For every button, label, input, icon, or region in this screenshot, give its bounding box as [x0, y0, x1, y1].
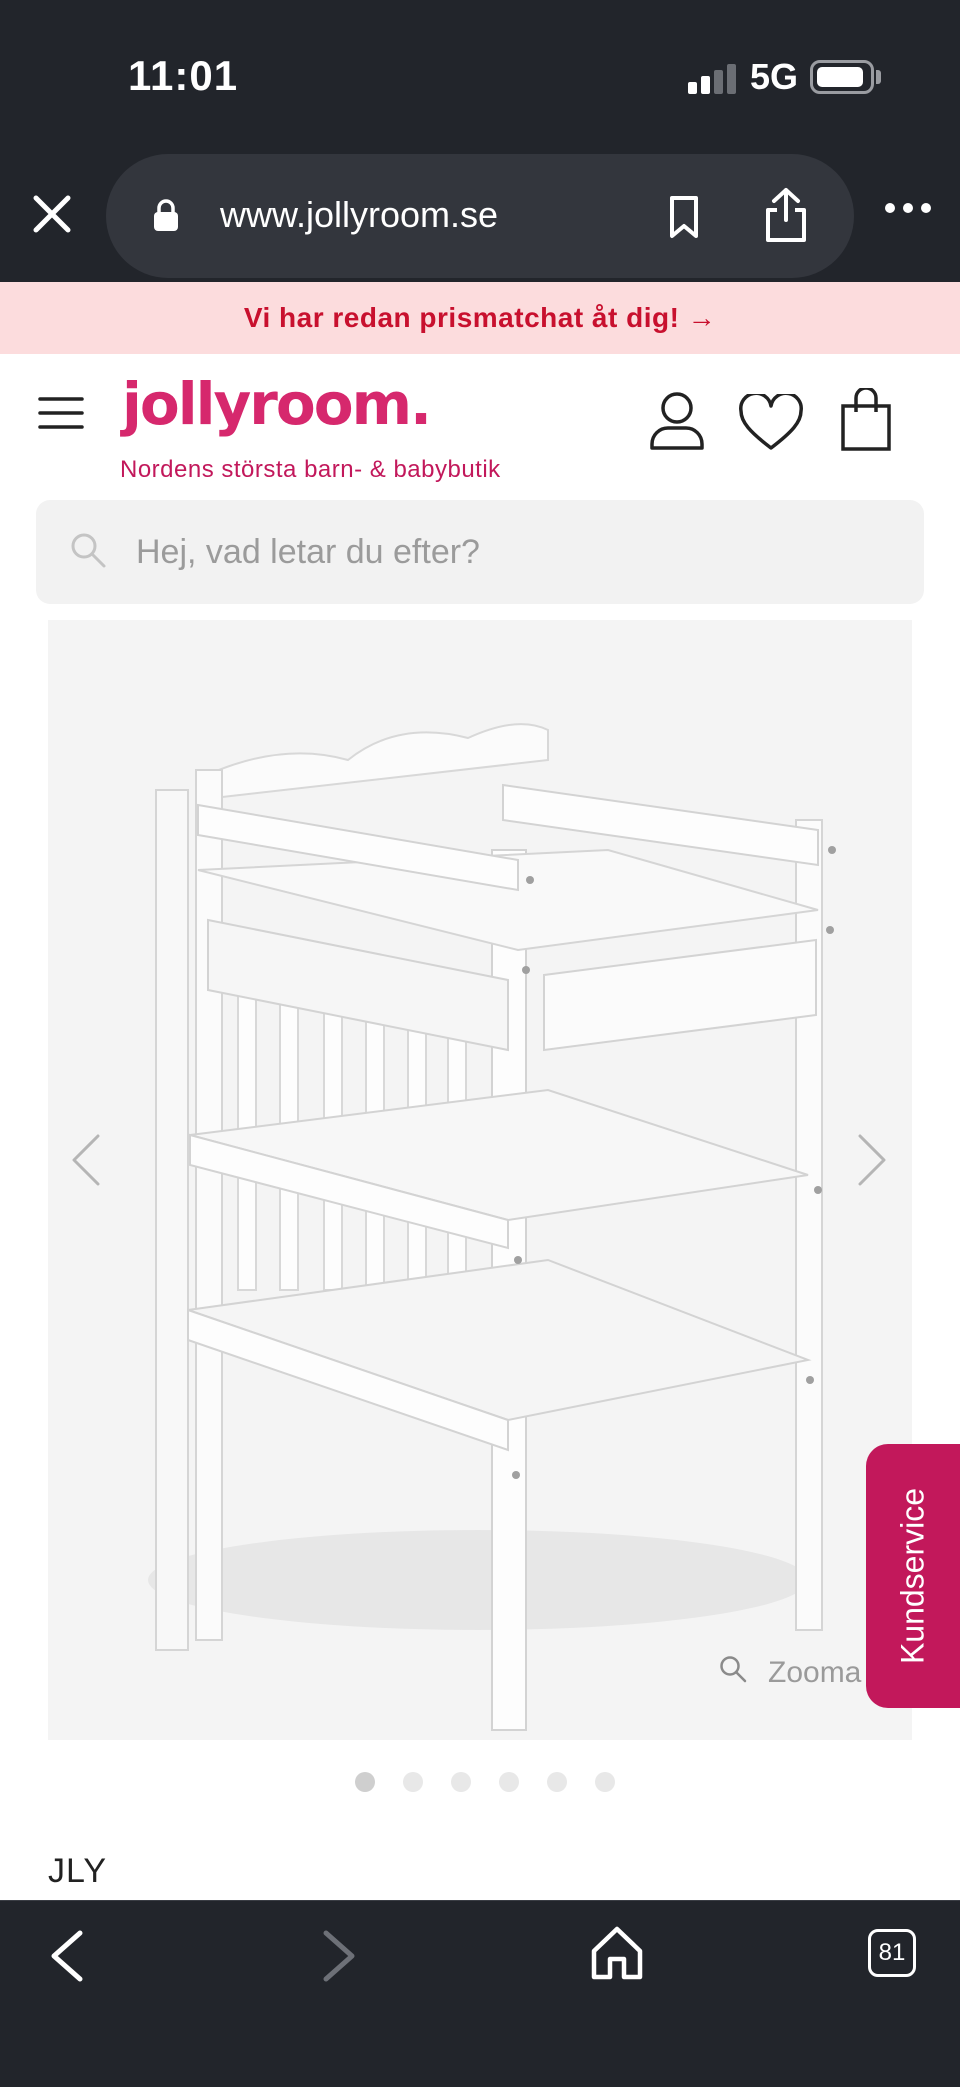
address-bar[interactable]: www.jollyroom.se: [106, 154, 854, 278]
back-icon[interactable]: [46, 1927, 86, 1985]
forward-icon[interactable]: [320, 1927, 360, 1985]
zoom-label[interactable]: Zooma: [768, 1656, 861, 1690]
tabs-count-button[interactable]: 81: [868, 1929, 916, 1977]
menu-icon[interactable]: [38, 396, 84, 430]
heart-icon[interactable]: [738, 391, 804, 452]
account-icon[interactable]: [648, 390, 706, 452]
zoom-icon[interactable]: [718, 1654, 748, 1684]
pagination-dot[interactable]: [499, 1772, 519, 1792]
product-gallery[interactable]: Zooma: [48, 620, 912, 1740]
signal-icon: [688, 62, 736, 94]
browser-bar: www.jollyroom.se: [0, 140, 960, 282]
site-header: jollyroom. Nordens största barn- & babyb…: [0, 354, 960, 494]
status-time: 11:01: [128, 52, 239, 99]
promo-banner[interactable]: Vi har redan prismatchat åt dig! →: [0, 282, 960, 354]
gallery-pagination: [0, 1772, 960, 1796]
battery-icon: [810, 60, 874, 94]
pagination-dot[interactable]: [595, 1772, 615, 1792]
battery-fill: [817, 67, 863, 87]
home-icon[interactable]: [590, 1925, 644, 1981]
promo-text[interactable]: Vi har redan prismatchat åt dig! →: [244, 302, 716, 334]
battery-tip: [876, 70, 881, 84]
customer-service-label[interactable]: Kundservice: [895, 1488, 932, 1664]
network-label: 5G: [750, 56, 799, 97]
pagination-dot[interactable]: [355, 1772, 375, 1792]
search-input[interactable]: [136, 522, 896, 582]
product-image[interactable]: [48, 620, 912, 1740]
shopping-bag-icon[interactable]: [840, 386, 892, 452]
product-brand[interactable]: JLY: [48, 1852, 107, 1891]
more-icon[interactable]: [884, 196, 932, 220]
url-text: www.jollyroom.se: [220, 194, 499, 235]
next-image-icon[interactable]: [854, 1132, 890, 1188]
customer-service-tab[interactable]: Kundservice: [866, 1444, 960, 1708]
prev-image-icon[interactable]: [68, 1132, 104, 1188]
share-icon[interactable]: [762, 186, 810, 244]
logo[interactable]: jollyroom.: [122, 370, 432, 438]
tagline: Nordens största barn- & babybutik: [120, 456, 501, 483]
pagination-dot[interactable]: [403, 1772, 423, 1792]
pagination-dot[interactable]: [547, 1772, 567, 1792]
search-box[interactable]: [36, 500, 924, 604]
status-bar: 11:01 5G: [0, 0, 960, 140]
lock-icon: [152, 198, 180, 232]
browser-toolbar: 81: [0, 1900, 960, 2087]
bookmark-icon[interactable]: [662, 192, 706, 242]
search-icon: [68, 530, 108, 570]
pagination-dot[interactable]: [451, 1772, 471, 1792]
close-icon[interactable]: [28, 190, 76, 238]
